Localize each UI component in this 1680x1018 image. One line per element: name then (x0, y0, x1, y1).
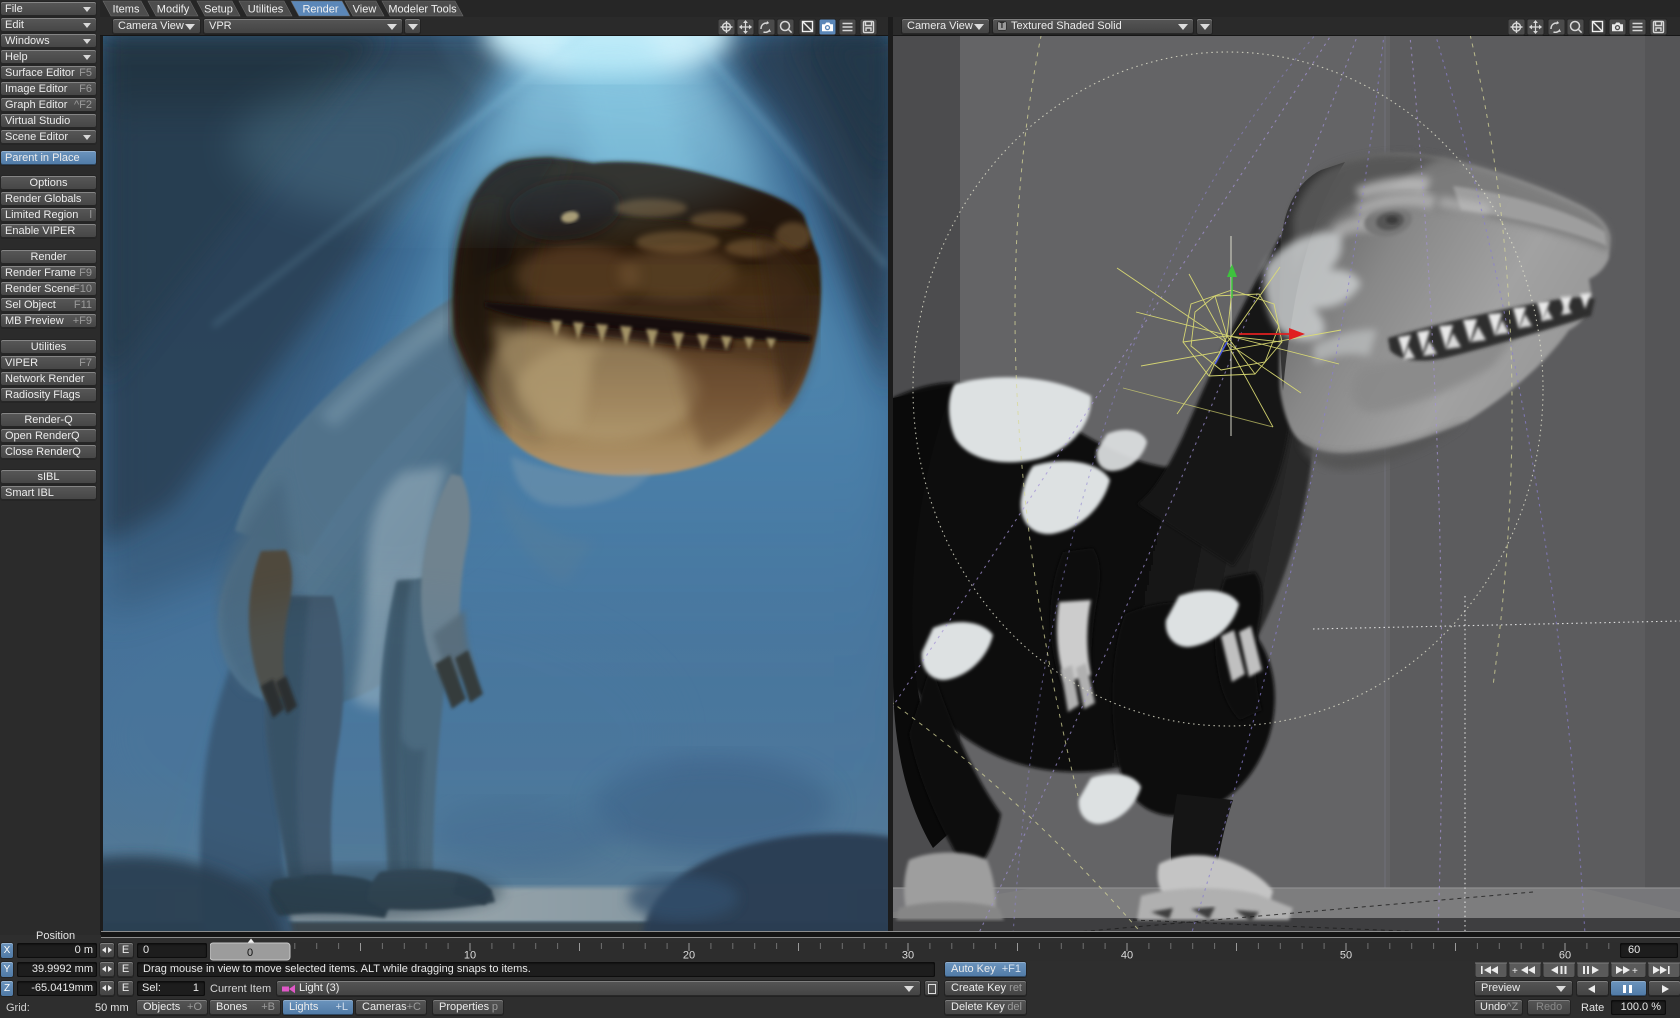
svg-text:Modeler Tools: Modeler Tools (388, 4, 457, 16)
svg-text:Setup: Setup (204, 4, 233, 16)
svg-text:20: 20 (683, 950, 695, 962)
svg-text:10: 10 (464, 950, 476, 962)
svg-text:+: + (1632, 966, 1638, 977)
svg-text:40: 40 (1121, 950, 1133, 962)
svg-text:Items: Items (113, 4, 140, 16)
svg-text:Utilities: Utilities (248, 4, 284, 16)
svg-text:View: View (353, 4, 377, 16)
svg-text:+: + (1512, 966, 1518, 977)
svg-text:0: 0 (247, 947, 253, 959)
svg-text:30: 30 (902, 950, 914, 962)
svg-text:Render: Render (302, 4, 338, 16)
svg-text:Modify: Modify (157, 4, 190, 16)
svg-text:60: 60 (1559, 950, 1571, 962)
svg-text:50: 50 (1340, 950, 1352, 962)
